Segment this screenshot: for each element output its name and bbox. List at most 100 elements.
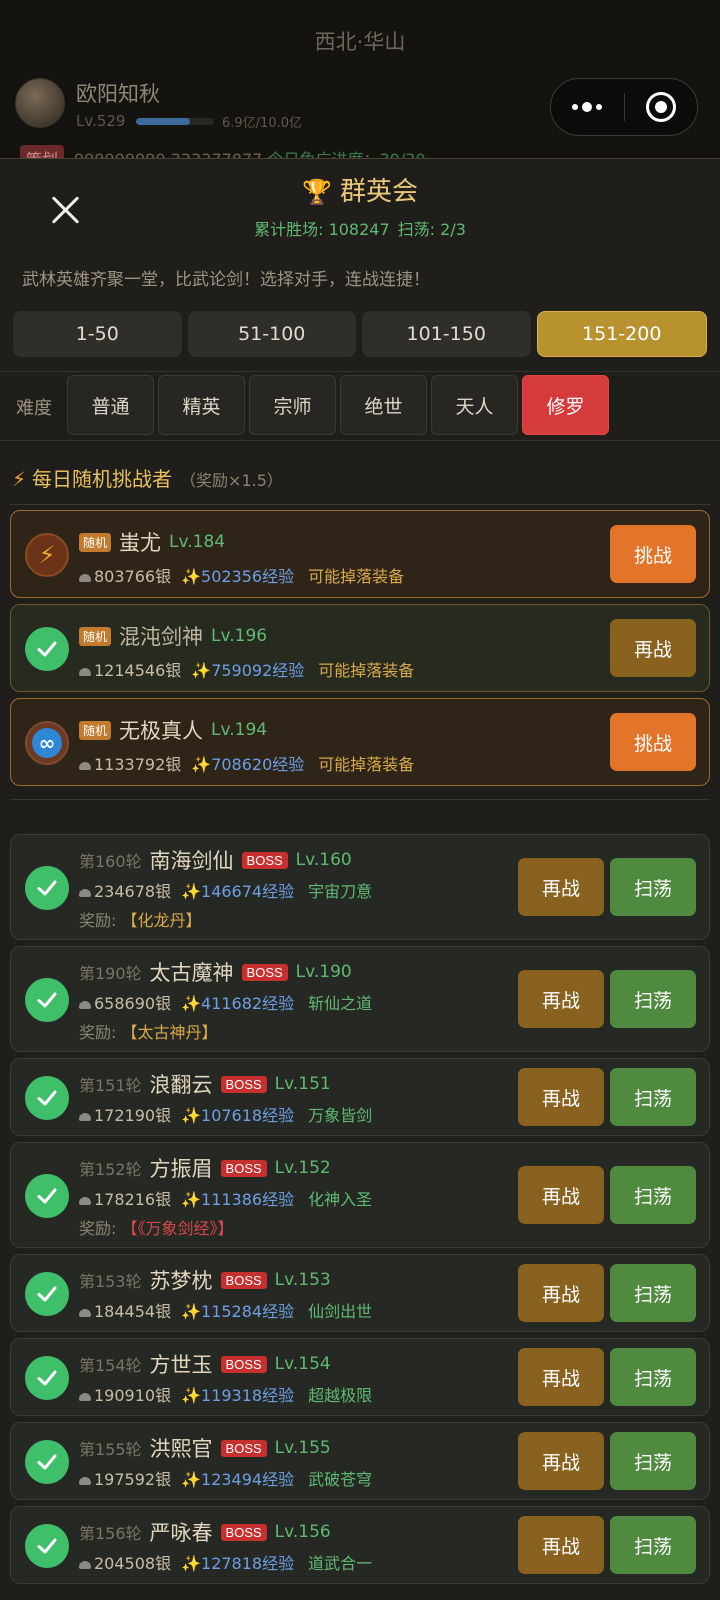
tab-range-101-150[interactable]: 101-150 bbox=[362, 311, 531, 357]
opponent-level: Lv.152 bbox=[274, 1158, 331, 1178]
modal-description: 武林英雄齐聚一堂，比武论剑！选择对手，连战连捷！ bbox=[22, 270, 430, 290]
exp-reward: 111386经验 bbox=[201, 1190, 295, 1209]
lightning-icon: ⚡ bbox=[25, 533, 69, 577]
daily-challenger-card: ⚡ 随机 蚩尤 Lv.184 803766银 ✨502356经验 可能掉落装备 挑战 bbox=[10, 510, 710, 598]
difficulty-elite[interactable]: 精英 bbox=[158, 375, 245, 435]
opponent-level: Lv.154 bbox=[274, 1354, 331, 1374]
opponent-name: 浪翻云 bbox=[149, 1073, 213, 1097]
opponent-name: 严咏春 bbox=[149, 1521, 213, 1545]
sparkle-icon: ✨ bbox=[181, 567, 202, 586]
sweep-button[interactable]: 扫荡 bbox=[610, 1432, 696, 1490]
player-name: 欧阳知秋 bbox=[76, 82, 160, 106]
round-number: 第153轮 bbox=[79, 1272, 142, 1291]
random-tag: 随机 bbox=[79, 532, 112, 552]
sweep-button[interactable]: 扫荡 bbox=[610, 1068, 696, 1126]
silver-icon bbox=[79, 1308, 91, 1317]
silver-icon bbox=[79, 1560, 91, 1569]
opponent-name: 蚩尤 bbox=[119, 531, 162, 555]
rematch-button[interactable]: 再战 bbox=[610, 619, 696, 677]
modal-stats: 累计胜场: 108247 扫荡: 2/3 bbox=[0, 216, 720, 240]
silver-icon bbox=[79, 888, 91, 897]
sweep-button[interactable]: 扫荡 bbox=[610, 858, 696, 916]
exp-reward: 107618经验 bbox=[201, 1106, 295, 1125]
infinity-icon: ∞ bbox=[25, 721, 69, 765]
challenge-button[interactable]: 挑战 bbox=[610, 713, 696, 771]
tab-range-51-100[interactable]: 51-100 bbox=[187, 311, 356, 357]
exp-reward: 759092经验 bbox=[211, 661, 305, 680]
difficulty-master[interactable]: 宗师 bbox=[249, 375, 336, 435]
total-wins: 累计胜场: 108247 bbox=[254, 220, 390, 239]
stage-card: 第155轮 洪熙官 BOSS Lv.155 197592银 ✨123494经验 武破苍穹 … bbox=[10, 1422, 710, 1500]
silver-icon bbox=[79, 1476, 91, 1485]
silver-reward: 803766银 bbox=[94, 567, 172, 586]
stage-card: 第151轮 浪翻云 BOSS Lv.151 172190银 ✨107618经验 万象皆剑 … bbox=[10, 1058, 710, 1136]
difficulty-celestial[interactable]: 天人 bbox=[431, 375, 518, 435]
difficulty-row: 难度 普通 精英 宗师 绝世 天人 修罗 bbox=[0, 371, 720, 441]
stage-card: 第152轮 方振眉 BOSS Lv.152 178216银 ✨111386经验 化神入圣 … bbox=[10, 1142, 710, 1248]
target-icon bbox=[645, 92, 676, 122]
rematch-button[interactable]: 再战 bbox=[518, 1068, 604, 1126]
sparkle-icon: ✨ bbox=[181, 1106, 202, 1125]
opponent-level: Lv.194 bbox=[211, 720, 268, 740]
silver-icon bbox=[79, 1196, 91, 1205]
rematch-button[interactable]: 再战 bbox=[518, 858, 604, 916]
exp-progress-bar bbox=[136, 118, 214, 125]
sparkle-icon: ✨ bbox=[191, 661, 212, 680]
sweep-button[interactable]: 扫荡 bbox=[610, 1264, 696, 1322]
more-dots-icon bbox=[572, 102, 603, 112]
sparkle-icon: ✨ bbox=[191, 755, 212, 774]
exp-text: 6.9亿/10.0亿 bbox=[222, 116, 302, 131]
sweep-button[interactable]: 扫荡 bbox=[610, 1166, 696, 1224]
rematch-button[interactable]: 再战 bbox=[518, 1348, 604, 1406]
challenge-button[interactable]: 挑战 bbox=[610, 525, 696, 583]
skill-name: 道武合一 bbox=[308, 1554, 373, 1573]
silver-icon bbox=[79, 1000, 91, 1009]
sweep-button[interactable]: 扫荡 bbox=[610, 970, 696, 1028]
stage-card: 第153轮 苏梦枕 BOSS Lv.153 184454银 ✨115284经验 仙剑出世 … bbox=[10, 1254, 710, 1332]
rematch-button[interactable]: 再战 bbox=[518, 1516, 604, 1574]
rematch-button[interactable]: 再战 bbox=[518, 1432, 604, 1490]
silver-icon bbox=[79, 1392, 91, 1401]
silver-reward: 197592银 bbox=[94, 1470, 172, 1489]
rematch-button[interactable]: 再战 bbox=[518, 970, 604, 1028]
sweep-button[interactable]: 扫荡 bbox=[610, 1516, 696, 1574]
exp-reward: 502356经验 bbox=[201, 567, 295, 586]
opponent-level: Lv.155 bbox=[274, 1438, 331, 1458]
tab-range-151-200[interactable]: 151-200 bbox=[536, 311, 707, 357]
silver-reward: 204508银 bbox=[94, 1554, 172, 1573]
player-avatar[interactable] bbox=[15, 78, 65, 128]
difficulty-peerless[interactable]: 绝世 bbox=[340, 375, 427, 435]
reward-label: 奖励: bbox=[79, 1219, 117, 1238]
silver-icon bbox=[79, 667, 91, 676]
round-number: 第155轮 bbox=[79, 1440, 142, 1459]
close-mini-program-button[interactable] bbox=[625, 79, 698, 135]
sparkle-icon: ✨ bbox=[181, 1190, 202, 1209]
difficulty-normal[interactable]: 普通 bbox=[67, 375, 154, 435]
exp-reward: 411682经验 bbox=[201, 994, 295, 1013]
silver-reward: 1214546银 bbox=[94, 661, 182, 680]
skill-name: 化神入圣 bbox=[308, 1190, 373, 1209]
heroes-gathering-modal: 🏆 群英会 累计胜场: 108247 扫荡: 2/3 武林英雄齐聚一堂，比武论剑！选… bbox=[0, 158, 720, 1600]
sparkle-icon: ✨ bbox=[181, 994, 202, 1013]
silver-icon bbox=[79, 573, 91, 582]
more-menu-button[interactable] bbox=[551, 79, 624, 135]
boss-badge: BOSS bbox=[220, 1075, 267, 1093]
tab-range-1-50[interactable]: 1-50 bbox=[13, 311, 182, 357]
check-icon bbox=[25, 978, 69, 1022]
sweep-button[interactable]: 扫荡 bbox=[610, 1348, 696, 1406]
exp-reward: 146674经验 bbox=[201, 882, 295, 901]
boss-badge: BOSS bbox=[220, 1439, 267, 1457]
check-icon bbox=[25, 1440, 69, 1484]
stage-card: 第154轮 方世玉 BOSS Lv.154 190910银 ✨119318经验 超越极限 … bbox=[10, 1338, 710, 1416]
exp-reward: 119318经验 bbox=[201, 1386, 295, 1405]
skill-name: 斩仙之道 bbox=[308, 994, 373, 1013]
location-title: 西北·华山 bbox=[314, 30, 406, 54]
difficulty-asura[interactable]: 修罗 bbox=[522, 375, 609, 435]
exp-reward: 115284经验 bbox=[201, 1302, 295, 1321]
stage-reward: 奖励: 【《万象剑经》】 bbox=[79, 1215, 234, 1239]
opponent-level: Lv.160 bbox=[295, 850, 352, 870]
rematch-button[interactable]: 再战 bbox=[518, 1264, 604, 1322]
exp-reward: 708620经验 bbox=[211, 755, 305, 774]
skill-name: 万象皆剑 bbox=[308, 1106, 373, 1125]
rematch-button[interactable]: 再战 bbox=[518, 1166, 604, 1224]
